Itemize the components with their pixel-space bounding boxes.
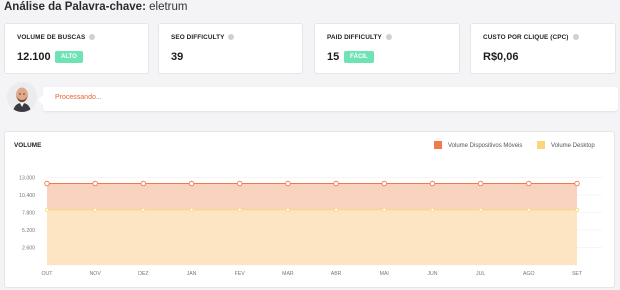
data-point xyxy=(92,180,98,187)
metric-card-search-volume: VOLUME DE BUSCAS 12.100 ALTO xyxy=(4,23,149,74)
avatar-illustration xyxy=(7,82,37,112)
y-tick-label: 13.000 xyxy=(19,176,35,182)
data-point xyxy=(93,207,98,212)
metric-card-cpc: CUSTO POR CLIQUE (CPC) R$0,06 xyxy=(470,23,616,74)
x-tick-label: NOV xyxy=(90,271,102,277)
keyword-text: eletrum xyxy=(149,1,188,13)
x-tick-label: JUN xyxy=(427,271,437,277)
data-point xyxy=(45,207,50,212)
x-tick-label: JUL xyxy=(476,271,485,277)
data-point xyxy=(382,207,387,212)
avatar xyxy=(7,82,37,112)
data-point xyxy=(285,180,291,187)
data-point xyxy=(140,180,147,187)
data-point xyxy=(429,180,436,187)
y-tick-label: 7.800 xyxy=(22,211,35,217)
data-point xyxy=(189,207,194,212)
metric-value-cpc: R$0,06 xyxy=(483,51,519,63)
volume-chart: 2.600 5.200 7.800 10.400 13.000 OUT NOV DEZ JAN F… xyxy=(19,176,602,277)
x-tick-label: OUT xyxy=(42,271,54,277)
metric-label-text: PAID DIFFICULTY xyxy=(327,34,382,41)
status-message: Processando... xyxy=(55,94,102,101)
metric-label-paid-difficulty: PAID DIFFICULTY xyxy=(327,34,392,41)
data-point xyxy=(141,207,146,212)
metric-card-paid-difficulty: PAID DIFFICULTY 15 FÁCIL xyxy=(314,23,460,74)
series-area-desktop xyxy=(47,209,577,265)
data-point xyxy=(477,180,484,187)
x-tick-label: DEZ xyxy=(138,271,148,277)
data-point xyxy=(44,180,50,187)
metric-value-paid-difficulty: 15 xyxy=(327,51,340,63)
metric-value-search-volume: 12.100 xyxy=(17,51,51,63)
metric-value-seo-difficulty: 39 xyxy=(171,51,184,63)
volume-chart-card: VOLUME Volume Dispositivos Móveis Volume… xyxy=(4,131,615,288)
page-title-label: Análise da Palavra-chave: xyxy=(4,1,146,13)
metric-label-seo-difficulty: SEO DIFFICULTY xyxy=(171,34,235,41)
status-bubble: Processando... xyxy=(38,87,618,111)
data-point xyxy=(188,180,195,187)
data-point xyxy=(285,207,290,212)
y-tick-label: 5.200 xyxy=(22,228,35,234)
data-point xyxy=(430,207,435,212)
status-badge: FÁCIL xyxy=(344,51,374,63)
x-tick-label: JAN xyxy=(187,271,197,277)
data-point xyxy=(478,207,483,212)
x-tick-label: FEV xyxy=(235,271,246,277)
x-tick-label: AGO xyxy=(523,271,535,277)
x-tick-label: MAR xyxy=(282,271,294,277)
data-point xyxy=(236,180,243,187)
data-point xyxy=(334,207,339,212)
data-point xyxy=(526,180,532,187)
info-icon[interactable] xyxy=(572,34,579,40)
data-point xyxy=(574,180,580,187)
y-tick-label: 10.400 xyxy=(19,193,35,199)
metric-label-text: SEO DIFFICULTY xyxy=(171,34,225,41)
metric-label-text: VOLUME DE BUSCAS xyxy=(17,34,86,41)
page-title: Análise da Palavra-chave: eletrum xyxy=(4,0,187,14)
metric-label-cpc: CUSTO POR CLIQUE (CPC) xyxy=(483,34,579,41)
x-tick-label: SET xyxy=(572,271,583,277)
info-icon[interactable] xyxy=(228,34,235,40)
info-icon[interactable] xyxy=(89,34,96,40)
metric-label-text: CUSTO POR CLIQUE (CPC) xyxy=(483,34,569,41)
data-point xyxy=(333,180,339,187)
status-badge: ALTO xyxy=(55,51,83,63)
metric-label-search-volume: VOLUME DE BUSCAS xyxy=(17,34,96,41)
data-point xyxy=(381,180,388,187)
data-point xyxy=(526,207,531,212)
data-point xyxy=(237,207,242,212)
x-tick-label: ABR xyxy=(331,271,342,277)
x-tick-label: MAI xyxy=(380,271,389,277)
info-icon[interactable] xyxy=(385,34,392,40)
data-point xyxy=(575,207,580,212)
y-tick-label: 2.600 xyxy=(22,246,35,252)
metric-card-seo-difficulty: SEO DIFFICULTY 39 xyxy=(158,23,303,74)
